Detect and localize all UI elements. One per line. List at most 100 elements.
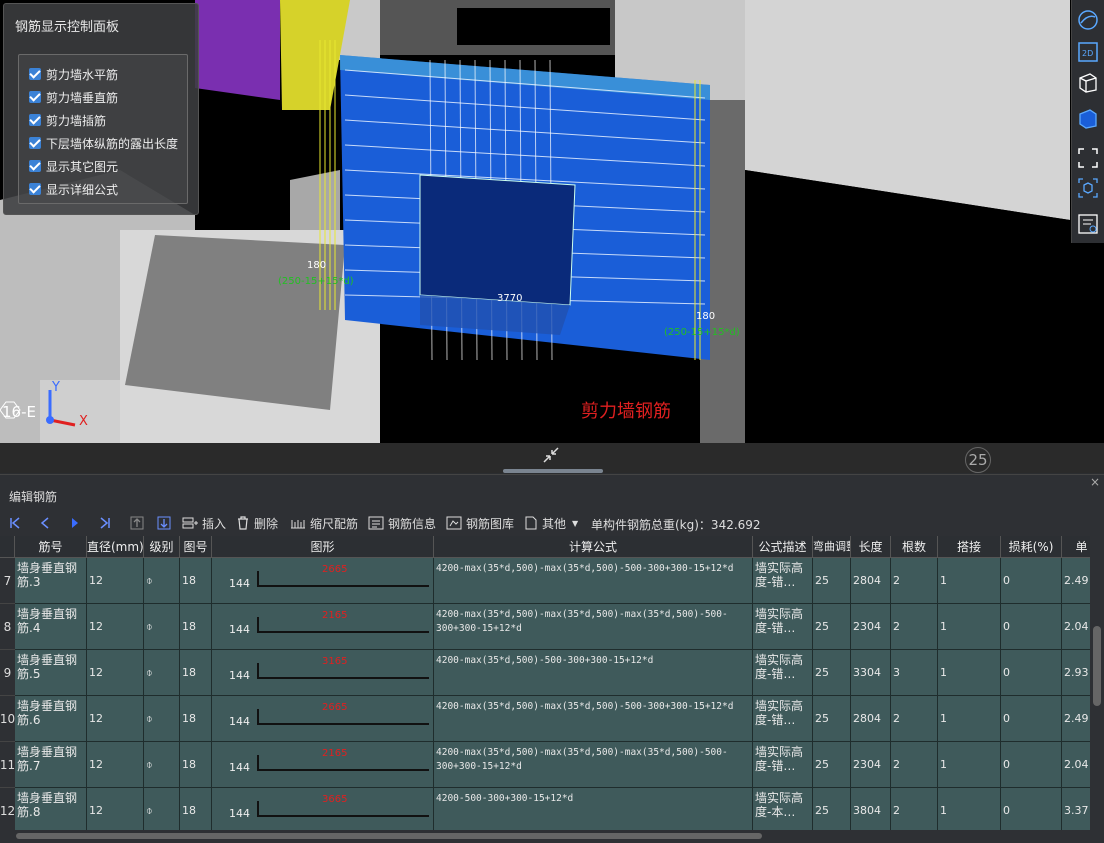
cell-grade[interactable]: ⌽: [144, 604, 180, 650]
scale-rebar-button[interactable]: 缩尺配筋: [290, 511, 358, 535]
cell-count[interactable]: 2: [891, 604, 938, 650]
collapse-icon[interactable]: [541, 445, 561, 465]
prev-record-button[interactable]: [38, 511, 56, 535]
cell-unit[interactable]: 2.04: [1062, 742, 1090, 788]
table-row[interactable]: 10 墙身垂直钢筋.6 12 ⌽ 18 144 2665 4200-max(35*d,500)…: [0, 696, 1090, 742]
next-record-button[interactable]: [68, 511, 86, 535]
cell-formula[interactable]: 4200-max(35*d,500)-500-300+300-15+12*d: [434, 650, 753, 696]
table-row[interactable]: 9 墙身垂直钢筋.5 12 ⌽ 18 144 3165 4200-max(35*d,500)-…: [0, 650, 1090, 696]
cell-unit[interactable]: 2.93: [1062, 650, 1090, 696]
cell-shape[interactable]: 144 2165: [212, 604, 434, 650]
row-number[interactable]: 12: [0, 788, 15, 830]
checkbox-checked-icon[interactable]: [29, 160, 41, 172]
cell-lap[interactable]: 1: [938, 558, 1001, 604]
cube-select-icon[interactable]: [1076, 176, 1100, 200]
cell-name[interactable]: 墙身垂直钢筋.6: [15, 696, 87, 742]
cell-name[interactable]: 墙身垂直钢筋.4: [15, 604, 87, 650]
scroll-thumb[interactable]: [16, 833, 762, 839]
panel-splitter[interactable]: [0, 443, 1104, 473]
cell-shape[interactable]: 144 3165: [212, 650, 434, 696]
cell-formula[interactable]: 4200-max(35*d,500)-max(35*d,500)-500-300…: [434, 696, 753, 742]
cell-lap[interactable]: 1: [938, 742, 1001, 788]
cell-lap[interactable]: 1: [938, 788, 1001, 830]
cell-bend[interactable]: 25: [813, 604, 851, 650]
row-number[interactable]: 10: [0, 696, 15, 742]
checkbox-checked-icon[interactable]: [29, 183, 41, 195]
2d-view-icon[interactable]: 2D: [1076, 40, 1100, 64]
cell-desc[interactable]: 墙实际高度-错…: [753, 558, 813, 604]
option-horizontal-bars[interactable]: 剪力墙水平筋: [29, 65, 118, 83]
table-row[interactable]: 8 墙身垂直钢筋.4 12 ⌽ 18 144 2165 4200-max(35*d,500)-…: [0, 604, 1090, 650]
table-row[interactable]: 11 墙身垂直钢筋.7 12 ⌽ 18 144 2165 4200-max(35*d,500)…: [0, 742, 1090, 788]
cell-count[interactable]: 2: [891, 742, 938, 788]
cell-formula[interactable]: 4200-max(35*d,500)-max(35*d,500)-max(35*…: [434, 604, 753, 650]
row-number[interactable]: 7: [0, 558, 15, 604]
cell-desc[interactable]: 墙实际高度-错…: [753, 604, 813, 650]
table-row[interactable]: 7 墙身垂直钢筋.3 12 ⌽ 18 144 2665 4200-max(35*d,500)-…: [0, 558, 1090, 604]
splitter-grip[interactable]: [503, 469, 603, 473]
cell-count[interactable]: 2: [891, 696, 938, 742]
property-list-icon[interactable]: [1076, 212, 1100, 236]
cell-length[interactable]: 3804: [851, 788, 891, 830]
cell-diameter[interactable]: 12: [87, 604, 144, 650]
cell-name[interactable]: 墙身垂直钢筋.5: [15, 650, 87, 696]
cell-shape[interactable]: 144 2165: [212, 742, 434, 788]
close-button[interactable]: ×: [1090, 475, 1100, 489]
cell-grade[interactable]: ⌽: [144, 788, 180, 830]
cell-unit[interactable]: 2.04: [1062, 604, 1090, 650]
cell-name[interactable]: 墙身垂直钢筋.3: [15, 558, 87, 604]
option-dowel-bars[interactable]: 剪力墙插筋: [29, 111, 106, 129]
checkbox-checked-icon[interactable]: [29, 114, 41, 126]
cell-fig[interactable]: 18: [180, 788, 212, 830]
cell-desc[interactable]: 墙实际高度-错…: [753, 696, 813, 742]
checkbox-checked-icon[interactable]: [29, 91, 41, 103]
cell-fig[interactable]: 18: [180, 650, 212, 696]
insert-button[interactable]: 插入: [182, 511, 226, 535]
cell-unit[interactable]: 2.49: [1062, 558, 1090, 604]
cell-length[interactable]: 2804: [851, 696, 891, 742]
cell-bend[interactable]: 25: [813, 788, 851, 830]
last-record-button[interactable]: [98, 511, 116, 535]
row-number[interactable]: 9: [0, 650, 15, 696]
cell-shape[interactable]: 144 2665: [212, 696, 434, 742]
3d-box-icon[interactable]: [1076, 70, 1100, 94]
cell-count[interactable]: 2: [891, 558, 938, 604]
cell-name[interactable]: 墙身垂直钢筋.8: [15, 788, 87, 830]
other-menu-button[interactable]: 其他 ▼: [524, 511, 578, 535]
cell-length[interactable]: 2804: [851, 558, 891, 604]
cell-fig[interactable]: 18: [180, 604, 212, 650]
horizontal-scrollbar[interactable]: [0, 830, 1092, 842]
solid-box-icon[interactable]: [1076, 106, 1100, 130]
cell-lap[interactable]: 1: [938, 650, 1001, 696]
orbit-icon[interactable]: [1076, 8, 1100, 32]
cell-diameter[interactable]: 12: [87, 650, 144, 696]
cell-grade[interactable]: ⌽: [144, 696, 180, 742]
option-show-detailed-formula[interactable]: 显示详细公式: [29, 180, 118, 198]
cell-shape[interactable]: 144 2665: [212, 558, 434, 604]
cell-unit[interactable]: 3.37: [1062, 788, 1090, 830]
cell-diameter[interactable]: 12: [87, 788, 144, 830]
cell-count[interactable]: 2: [891, 788, 938, 830]
cell-length[interactable]: 2304: [851, 604, 891, 650]
checkbox-checked-icon[interactable]: [29, 137, 41, 149]
cell-loss[interactable]: 0: [1001, 742, 1062, 788]
cell-diameter[interactable]: 12: [87, 696, 144, 742]
cell-bend[interactable]: 25: [813, 696, 851, 742]
cell-fig[interactable]: 18: [180, 696, 212, 742]
cell-lap[interactable]: 1: [938, 696, 1001, 742]
cell-grade[interactable]: ⌽: [144, 558, 180, 604]
cell-bend[interactable]: 25: [813, 742, 851, 788]
cell-desc[interactable]: 墙实际高度-本…: [753, 788, 813, 830]
cell-desc[interactable]: 墙实际高度-错…: [753, 742, 813, 788]
option-show-other-elements[interactable]: 显示其它图元: [29, 157, 118, 175]
option-lower-wall-exposed-length[interactable]: 下层墙体纵筋的露出长度: [29, 134, 178, 152]
cell-bend[interactable]: 25: [813, 558, 851, 604]
rebar-info-button[interactable]: 钢筋信息: [368, 511, 436, 535]
cell-loss[interactable]: 0: [1001, 558, 1062, 604]
cell-diameter[interactable]: 12: [87, 558, 144, 604]
first-record-button[interactable]: [8, 511, 26, 535]
option-vertical-bars[interactable]: 剪力墙垂直筋: [29, 88, 118, 106]
3d-viewport[interactable]: 钢筋显示控制面板 剪力墙水平筋 剪力墙垂直筋 剪力墙插筋 下层墙体纵筋的露出长度…: [0, 0, 1104, 443]
cell-shape[interactable]: 144 3665: [212, 788, 434, 830]
cell-formula[interactable]: 4200-500-300+300-15+12*d: [434, 788, 753, 830]
